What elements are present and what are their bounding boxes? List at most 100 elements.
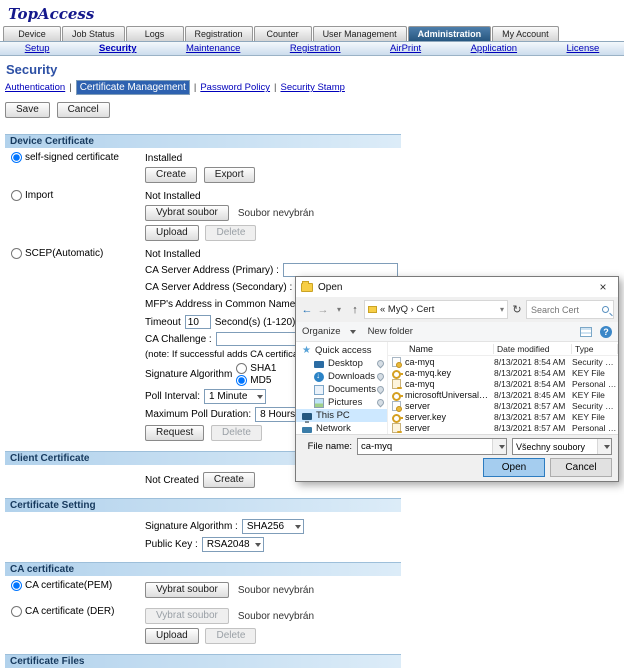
address-bar[interactable]: « MyQ › Cert ▾: [364, 300, 508, 319]
ca-pem-radio-option[interactable]: CA certificate(PEM): [11, 580, 112, 591]
import-radio-option[interactable]: Import: [11, 190, 53, 201]
nav-setup[interactable]: Setup: [25, 43, 50, 54]
scep-radio-option[interactable]: SCEP(Automatic): [11, 248, 103, 259]
history-dropdown-icon[interactable]: ▾: [332, 303, 346, 317]
view-options-icon[interactable]: [580, 327, 592, 337]
breadcrumb: « MyQ › Cert: [380, 304, 497, 315]
file-row[interactable]: ca-myq 8/13/2021 8:54 AM Personal Inform…: [388, 378, 618, 389]
tab-my-account[interactable]: My Account: [492, 26, 559, 41]
tab-administration[interactable]: Administration: [408, 26, 492, 41]
new-folder-button[interactable]: New folder: [368, 326, 413, 337]
file-row[interactable]: microsoftUniversalPrint.key 8/13/2021 8:…: [388, 389, 618, 400]
section-device-certificate: Device Certificate: [5, 134, 401, 148]
sidebar-documents[interactable]: Documents: [296, 383, 387, 396]
subtab-authentication[interactable]: Authentication: [5, 82, 65, 93]
ca-pem-choose-file-button[interactable]: Vybrat soubor: [145, 582, 229, 598]
tab-job-status[interactable]: Job Status: [62, 26, 125, 41]
tab-counter[interactable]: Counter: [254, 26, 312, 41]
setting-signature-label: Signature Algorithm :: [145, 521, 238, 532]
request-button[interactable]: Request: [145, 425, 204, 441]
subtab-security-stamp[interactable]: Security Stamp: [281, 82, 345, 93]
upload-device-cert-button[interactable]: Upload: [145, 225, 199, 241]
sidebar-quick-access[interactable]: ★ Quick access: [296, 344, 387, 357]
nav-license[interactable]: License: [567, 43, 600, 54]
sidebar-network[interactable]: Network: [296, 422, 387, 434]
export-device-cert-button[interactable]: Export: [204, 167, 255, 183]
nav-registration[interactable]: Registration: [290, 43, 341, 54]
poll-interval-select[interactable]: 1 Minute: [204, 389, 266, 404]
cancel-button[interactable]: Cancel: [57, 102, 110, 118]
file-row[interactable]: ca-myq 8/13/2021 8:54 AM Security Certif…: [388, 356, 618, 367]
sidebar-pictures[interactable]: Pictures: [296, 396, 387, 409]
import-radio[interactable]: [11, 190, 22, 201]
nav-application[interactable]: Application: [471, 43, 517, 54]
create-client-cert-button[interactable]: Create: [203, 472, 255, 488]
dropdown-arrow-icon: [257, 395, 263, 399]
file-row[interactable]: server.key 8/13/2021 8:57 AM KEY File: [388, 412, 618, 423]
organize-menu[interactable]: Organize: [302, 326, 356, 337]
column-type[interactable]: Type: [572, 344, 618, 354]
nav-security[interactable]: Security: [99, 43, 137, 54]
setting-signature-row: Signature Algorithm : SHA256: [145, 519, 624, 534]
ca-pem-radio[interactable]: [11, 580, 22, 591]
file-row[interactable]: server 8/13/2021 8:57 AM Security Certif…: [388, 401, 618, 412]
file-name-label: File name:: [302, 441, 352, 452]
ca-der-label-cell: CA certificate (DER): [5, 606, 145, 647]
subtab-password-policy[interactable]: Password Policy: [200, 82, 270, 93]
file-name-input[interactable]: [358, 439, 492, 454]
self-signed-radio[interactable]: [11, 152, 22, 163]
tab-user-management[interactable]: User Management: [313, 26, 407, 41]
search-input[interactable]: [529, 304, 602, 316]
back-icon[interactable]: ←: [300, 303, 314, 317]
file-type-select[interactable]: Všechny soubory: [512, 438, 612, 455]
file-type-dropdown[interactable]: [597, 439, 611, 454]
setting-signature-select[interactable]: SHA256: [242, 519, 304, 534]
md5-radio[interactable]: [236, 375, 247, 386]
open-button[interactable]: Open: [483, 458, 545, 477]
help-icon[interactable]: ?: [600, 326, 612, 338]
ca-der-radio-option[interactable]: CA certificate (DER): [11, 606, 114, 617]
md5-radio-option[interactable]: MD5: [236, 375, 276, 386]
up-icon[interactable]: ↑: [348, 303, 362, 317]
file-row[interactable]: ca-myq.key 8/13/2021 8:54 AM KEY File: [388, 367, 618, 378]
file-list: Name Date modified Type ca-myq 8/13/2021…: [388, 342, 618, 434]
scep-radio[interactable]: [11, 248, 22, 259]
sidebar-downloads[interactable]: Downloads: [296, 370, 387, 383]
sha1-radio-option[interactable]: SHA1: [236, 363, 276, 374]
forward-icon[interactable]: →: [316, 303, 330, 317]
nav-maintenance[interactable]: Maintenance: [186, 43, 240, 54]
tab-logs[interactable]: Logs: [126, 26, 184, 41]
dialog-cancel-button[interactable]: Cancel: [550, 458, 612, 477]
sidebar-desktop[interactable]: Desktop: [296, 357, 387, 370]
file-date: 8/13/2021 8:45 AM: [494, 390, 572, 400]
choose-file-button[interactable]: Vybrat soubor: [145, 205, 229, 221]
section-ca-certificate: CA certificate: [5, 562, 401, 576]
address-dropdown-icon[interactable]: ▾: [500, 305, 504, 314]
file-date: 8/13/2021 8:54 AM: [494, 368, 572, 378]
nav-airprint[interactable]: AirPrint: [390, 43, 421, 54]
column-name[interactable]: Name: [406, 344, 494, 354]
sidebar-this-pc[interactable]: This PC: [296, 409, 387, 422]
file-name: ca-myq.key: [405, 368, 494, 378]
refresh-icon[interactable]: ↻: [510, 303, 524, 317]
sha1-label: SHA1: [250, 363, 276, 374]
file-row[interactable]: server 8/13/2021 8:57 AM Personal Inform…: [388, 423, 618, 434]
organize-label: Organize: [302, 326, 341, 337]
ca-server-primary-input[interactable]: [283, 263, 398, 277]
column-date-modified[interactable]: Date modified: [494, 344, 572, 354]
tab-device[interactable]: Device: [3, 26, 61, 41]
create-device-cert-button[interactable]: Create: [145, 167, 197, 183]
sha1-radio[interactable]: [236, 363, 247, 374]
public-key-select[interactable]: RSA2048: [202, 537, 264, 552]
ca-der-radio[interactable]: [11, 606, 22, 617]
file-name-dropdown[interactable]: [492, 439, 506, 454]
save-button[interactable]: Save: [5, 102, 50, 118]
ca-upload-button[interactable]: Upload: [145, 628, 199, 644]
file-type: Security Certificate: [572, 357, 618, 367]
tab-registration[interactable]: Registration: [185, 26, 253, 41]
timeout-input[interactable]: [185, 315, 211, 329]
self-signed-radio-option[interactable]: self-signed certificate: [11, 152, 119, 163]
separator: [270, 82, 280, 93]
close-icon[interactable]: ×: [588, 277, 618, 297]
subtab-certificate-management[interactable]: Certificate Management: [76, 80, 190, 95]
